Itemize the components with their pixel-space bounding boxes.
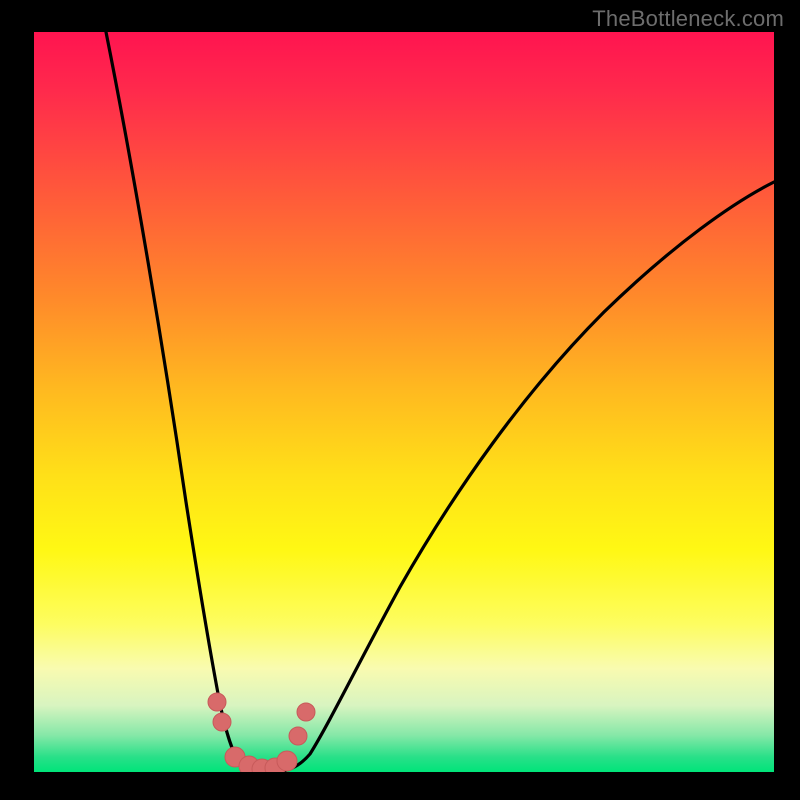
marker-dot: [208, 693, 226, 711]
chart-frame: TheBottleneck.com: [0, 0, 800, 800]
marker-dot: [289, 727, 307, 745]
plot-area: [34, 32, 774, 772]
marker-dot: [213, 713, 231, 731]
marker-group: [208, 693, 315, 772]
bottleneck-curve: [34, 32, 774, 772]
watermark-text: TheBottleneck.com: [592, 6, 784, 32]
marker-dot: [277, 751, 297, 771]
curve-path: [106, 32, 774, 772]
marker-dot: [297, 703, 315, 721]
